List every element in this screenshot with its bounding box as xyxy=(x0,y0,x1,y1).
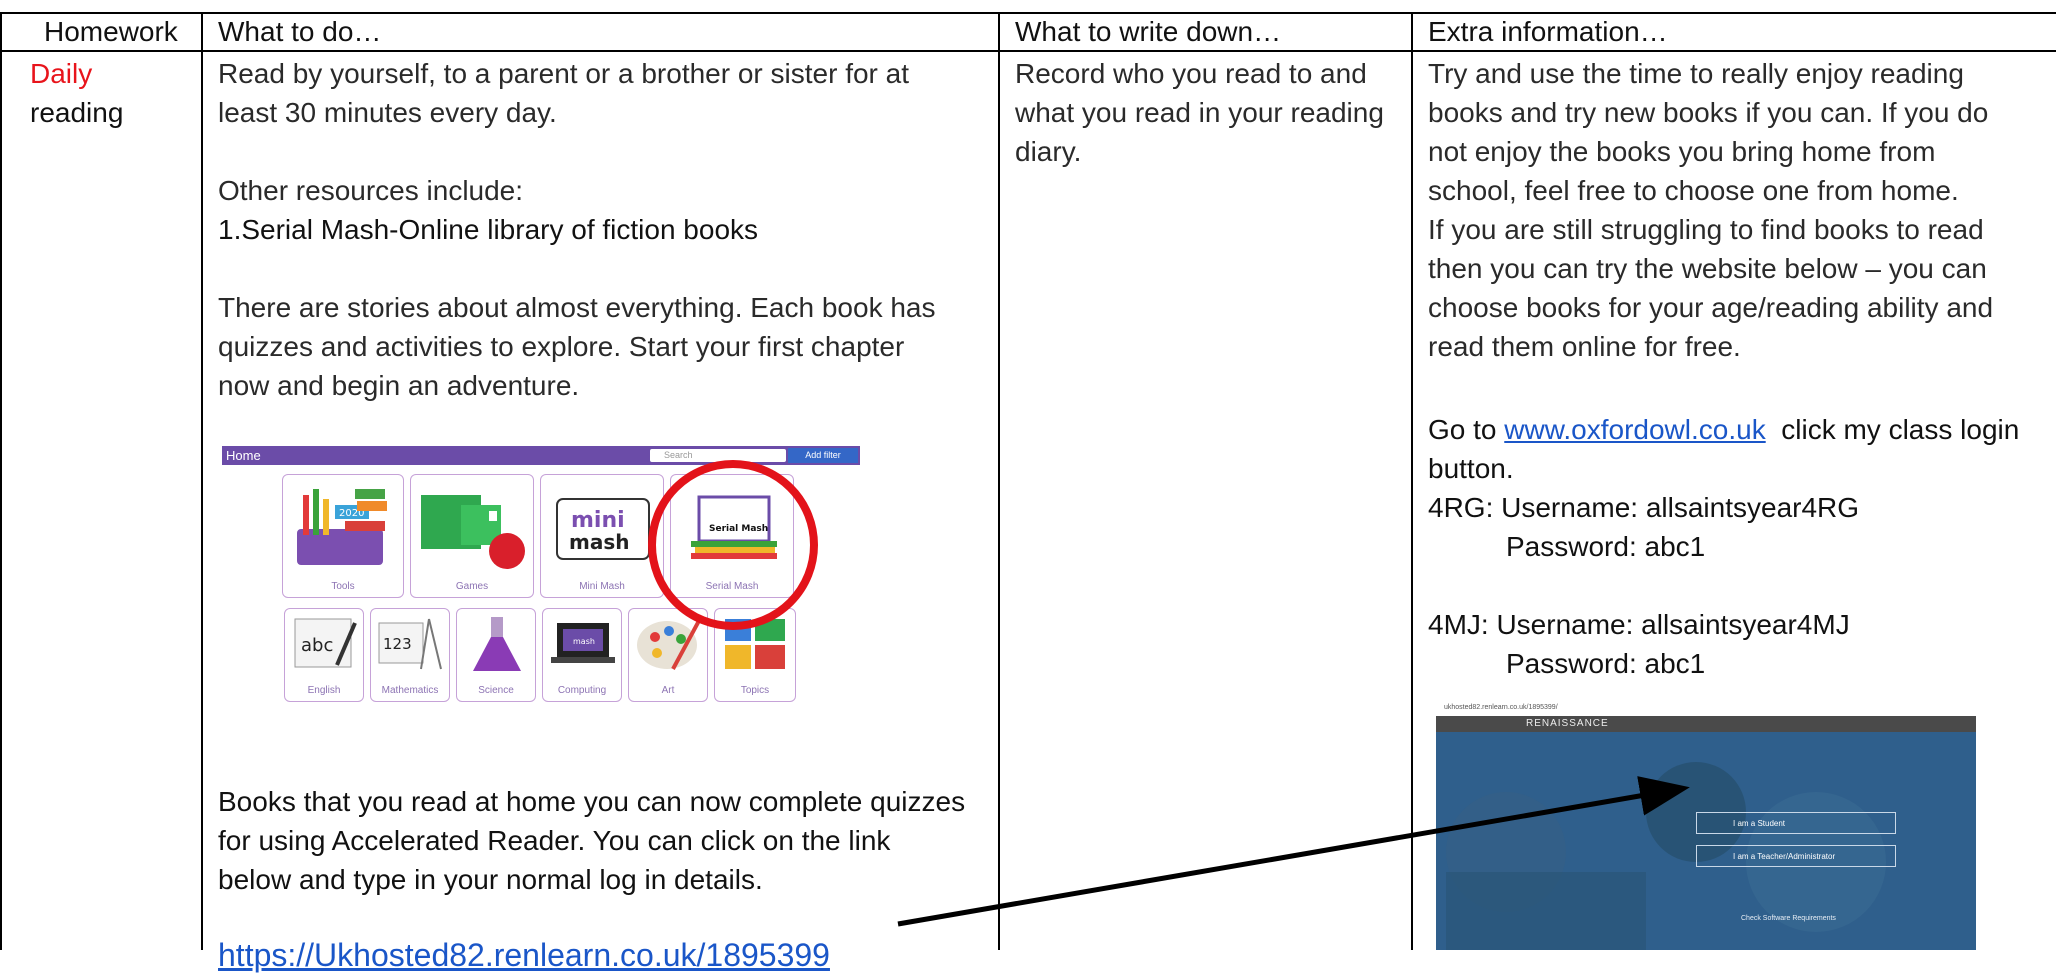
accelerated-reader-text: Books that you read at home you can now … xyxy=(218,782,965,977)
software-requirements-link[interactable]: Check Software Requirements xyxy=(1741,915,1836,922)
teacher-button[interactable]: I am a Teacher/Administrator xyxy=(1696,845,1896,867)
tile-mathematics: 123 Mathematics xyxy=(370,608,450,702)
renaissance-url: ukhosted82.renlearn.co.uk/1895399/ xyxy=(1436,700,1976,716)
intro-line-2: least 30 minutes every day. xyxy=(218,97,557,128)
goto-line-2: button. xyxy=(1428,453,1514,484)
tile-games-label: Games xyxy=(455,581,489,592)
header-what-to-do: What to do… xyxy=(218,16,382,47)
column-divider-3 xyxy=(998,14,1000,950)
tile-art: Art xyxy=(628,608,708,702)
books-line-1: Books that you read at home you can now … xyxy=(218,786,966,817)
extra-line-7: choose books for your age/reading abilit… xyxy=(1428,292,1994,323)
svg-text:123: 123 xyxy=(383,635,412,653)
other-resources: Other resources include: xyxy=(218,175,524,206)
column-divider-1 xyxy=(0,14,2,950)
goto-suffix: click my class login xyxy=(1765,414,2020,445)
tile-mathematics-label: Mathematics xyxy=(381,685,439,696)
student-button[interactable]: I am a Student xyxy=(1696,812,1896,834)
column-divider-2 xyxy=(201,14,203,950)
login-info: Go to www.oxfordowl.co.uk click my class… xyxy=(1428,410,2019,683)
english-icon: abc xyxy=(294,618,357,668)
what-to-do-intro: Read by yourself, to a parent or a broth… xyxy=(218,54,936,405)
extra-line-4: school, feel free to choose one from hom… xyxy=(1428,175,1959,206)
extra-line-6: then you can try the website below – you… xyxy=(1428,253,1987,284)
science-flask-icon xyxy=(473,617,521,671)
header-homework: Homework xyxy=(44,16,178,47)
extra-line-1: Try and use the time to really enjoy rea… xyxy=(1428,58,1964,89)
write-down-cell: Record who you read to and what you read… xyxy=(1015,54,1384,171)
tools-icon: 2020 xyxy=(297,489,387,565)
tile-english: abc English xyxy=(284,608,364,702)
tile-tools-label: Tools xyxy=(331,581,355,592)
header-what-to-write: What to write down… xyxy=(1015,16,1282,47)
tile-topics-label: Topics xyxy=(740,685,770,696)
mj-password: Password: abc1 xyxy=(1506,648,1706,679)
tile-english-label: English xyxy=(307,685,341,696)
oxfordowl-line: Go to www.oxfordowl.co.uk click my class… xyxy=(1428,410,2019,449)
extra-line-8: read them online for free. xyxy=(1428,331,1741,362)
stories-line-3: now and begin an adventure. xyxy=(218,370,580,401)
oxfordowl-link[interactable]: www.oxfordowl.co.uk xyxy=(1504,414,1765,445)
tile-science-label: Science xyxy=(478,685,514,696)
renaissance-brand: RENAISSANCE xyxy=(1436,716,1976,732)
serial-mash-filter-button: Add filter xyxy=(788,448,858,463)
extra-line-3: not enjoy the books you bring home from xyxy=(1428,136,1936,167)
write-down-line-1: Record who you read to and xyxy=(1015,58,1367,89)
svg-text:mash: mash xyxy=(573,637,595,646)
tile-mini-mash-label: Mini Mash xyxy=(579,581,625,592)
serial-mash-heading: 1.Serial Mash-Online library of fiction … xyxy=(218,214,759,245)
svg-text:abc: abc xyxy=(301,635,333,656)
mathematics-icon: 123 xyxy=(378,618,442,670)
tile-mini-mash: mini mash Mini Mash xyxy=(540,474,664,598)
homework-daily: Daily xyxy=(30,58,93,89)
homework-reading: reading xyxy=(30,97,124,128)
serial-mash-home-label: Home xyxy=(226,448,261,463)
rg-username: 4RG: Username: allsaintsyear4RG xyxy=(1428,492,1860,523)
header-divider xyxy=(0,50,2056,52)
mj-username: 4MJ: Username: allsaintsyear4MJ xyxy=(1428,609,1850,640)
tile-art-label: Art xyxy=(661,685,675,696)
column-divider-4 xyxy=(1411,14,1413,950)
tile-games: Games xyxy=(410,474,534,598)
computing-laptop-icon: mash xyxy=(551,623,615,663)
goto-prefix: Go to xyxy=(1428,414,1505,445)
books-line-3: below and type in your normal log in det… xyxy=(218,864,763,895)
tile-science: Science xyxy=(456,608,536,702)
extra-line-5: If you are still struggling to find book… xyxy=(1428,214,1984,245)
renaissance-background xyxy=(1436,732,1976,950)
games-icon xyxy=(421,495,525,569)
mini-mash-icon: mini mash xyxy=(556,498,650,560)
svg-text:mash: mash xyxy=(569,530,629,554)
stories-line-2: quizzes and activities to explore. Start… xyxy=(218,331,905,362)
tile-tools: 2020 Tools xyxy=(282,474,404,598)
homework-cell: Daily reading xyxy=(30,54,123,132)
stories-line-1: There are stories about almost everythin… xyxy=(218,292,936,323)
serial-mash-header-bar: Home Search Add filter xyxy=(222,446,860,465)
extra-info-cell: Try and use the time to really enjoy rea… xyxy=(1428,54,1993,366)
tile-computing-label: Computing xyxy=(557,685,607,696)
renlearn-link[interactable]: https://Ukhosted82.renlearn.co.uk/189539… xyxy=(218,933,965,977)
renaissance-screenshot: ukhosted82.renlearn.co.uk/1895399/ RENAI… xyxy=(1436,700,1976,950)
write-down-line-3: diary. xyxy=(1015,136,1082,167)
rg-password: Password: abc1 xyxy=(1506,531,1706,562)
extra-line-2: books and try new books if you can. If y… xyxy=(1428,97,1989,128)
intro-line-1: Read by yourself, to a parent or a broth… xyxy=(218,58,910,89)
books-line-2: for using Accelerated Reader. You can cl… xyxy=(218,825,891,856)
write-down-line-2: what you read in your reading xyxy=(1015,97,1384,128)
tile-computing: mash Computing xyxy=(542,608,622,702)
serial-mash-search-input: Search xyxy=(650,449,786,462)
header-extra-info: Extra information… xyxy=(1428,16,1668,47)
highlight-circle xyxy=(648,460,818,630)
